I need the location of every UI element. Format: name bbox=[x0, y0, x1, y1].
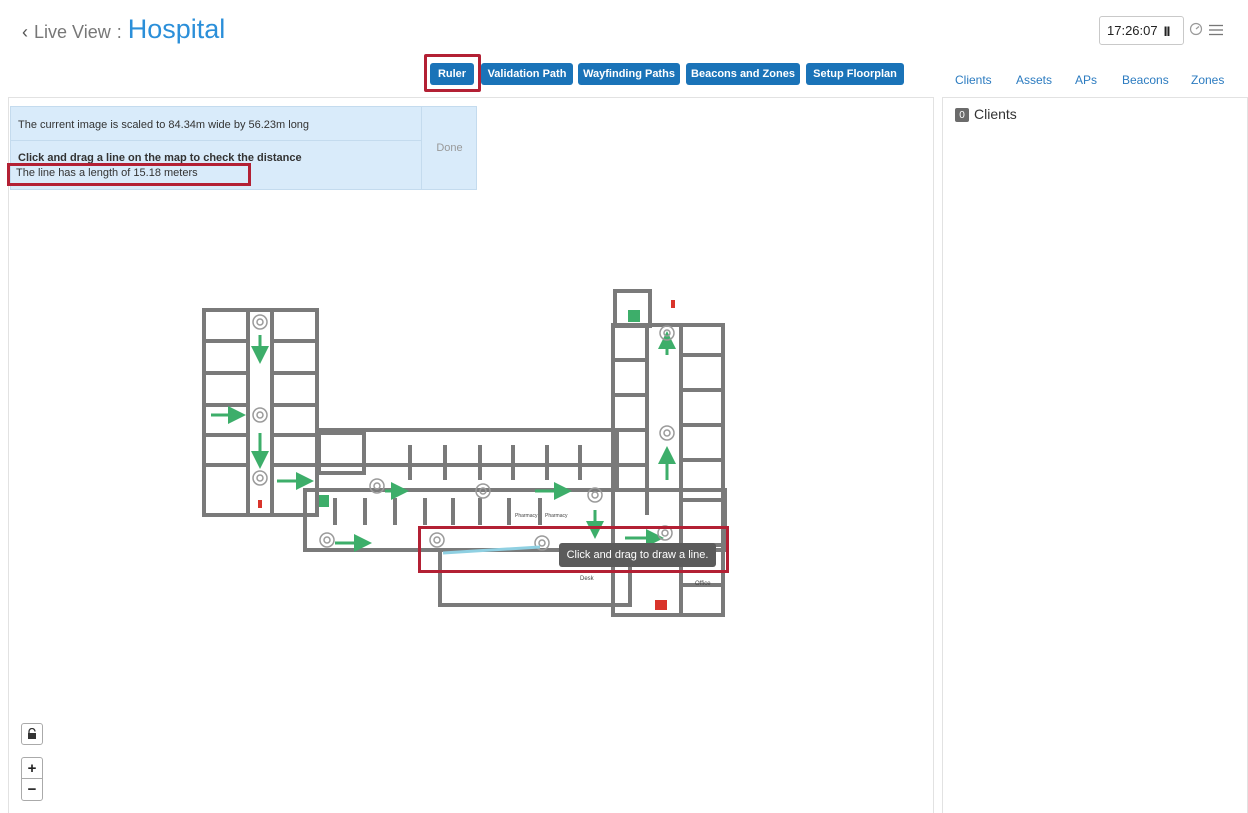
tab-clients[interactable]: Clients bbox=[955, 73, 992, 87]
title-separator: : bbox=[116, 22, 122, 42]
wayfinding-arrows bbox=[211, 331, 676, 552]
info-divider bbox=[11, 140, 421, 141]
clients-count-badge: 0 bbox=[955, 108, 969, 122]
ruler-highlight bbox=[424, 54, 481, 92]
clients-panel bbox=[942, 97, 1248, 813]
menu-icon[interactable] bbox=[1209, 24, 1223, 36]
exit-sign-icon bbox=[628, 310, 640, 322]
tab-aps[interactable]: APs bbox=[1075, 73, 1097, 87]
scale-text: The current image is scaled to 84.34m wi… bbox=[18, 119, 310, 131]
clients-heading: Clients bbox=[974, 106, 1017, 122]
zoom-controls: + − bbox=[21, 757, 43, 801]
back-label: Live View bbox=[34, 22, 111, 42]
room-label-desk: Desk bbox=[580, 576, 595, 582]
page-title: Hospital bbox=[127, 14, 226, 44]
wayfinding-paths-button[interactable]: Wayfinding Paths bbox=[578, 63, 680, 85]
setup-floorplan-button[interactable]: Setup Floorplan bbox=[806, 63, 904, 85]
beacons-zones-button[interactable]: Beacons and Zones bbox=[686, 63, 800, 85]
done-button[interactable]: Done bbox=[421, 107, 477, 189]
unlock-icon bbox=[28, 728, 36, 739]
chevron-left-icon: ‹ bbox=[22, 22, 28, 42]
floorplan-map[interactable]: Pharmacy Pharmacy Desk Office bbox=[195, 285, 735, 640]
room-label-pharmacy-1: Pharmacy bbox=[515, 513, 538, 519]
fire-point-icon bbox=[655, 600, 667, 610]
length-highlight bbox=[7, 163, 251, 186]
pause-icon[interactable]: II bbox=[1164, 23, 1171, 39]
fire-extinguisher-icon bbox=[258, 500, 262, 508]
room-label-office: Office bbox=[695, 581, 711, 587]
time-control[interactable]: 17:26:07 II bbox=[1099, 16, 1184, 45]
draw-line-tooltip: Click and drag to draw a line. bbox=[559, 543, 716, 567]
validation-path-button[interactable]: Validation Path bbox=[481, 63, 573, 85]
exit-sign-icon bbox=[319, 495, 329, 507]
room-label-pharmacy-2: Pharmacy bbox=[545, 513, 568, 519]
zoom-in-button[interactable]: + bbox=[22, 758, 42, 779]
live-view-app: ‹ Live View : Hospital 17:26:07 II Ruler… bbox=[0, 0, 1248, 813]
tab-beacons[interactable]: Beacons bbox=[1122, 73, 1169, 87]
lock-button[interactable] bbox=[21, 723, 43, 745]
tab-zones[interactable]: Zones bbox=[1191, 73, 1224, 87]
back-link[interactable]: ‹ Live View : Hospital bbox=[22, 14, 225, 45]
speed-icon[interactable] bbox=[1189, 22, 1203, 36]
clock-display: 17:26:07 bbox=[1107, 23, 1158, 38]
zoom-out-button[interactable]: − bbox=[22, 779, 42, 800]
tab-assets[interactable]: Assets bbox=[1016, 73, 1052, 87]
fire-extinguisher-icon bbox=[671, 300, 675, 308]
